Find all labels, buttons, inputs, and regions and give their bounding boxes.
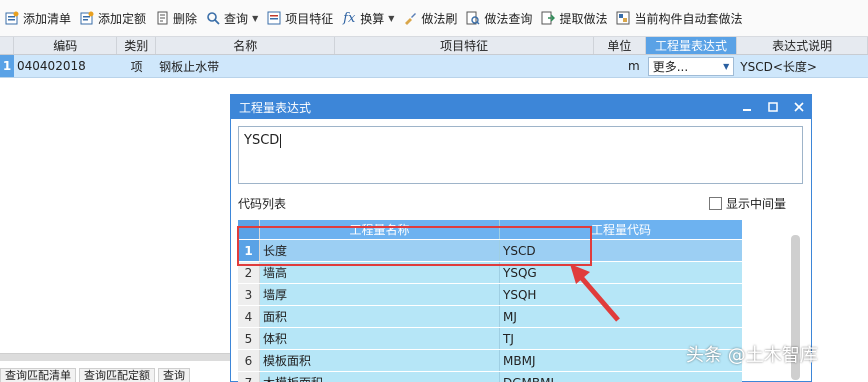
auto-apply-button[interactable]: 当前构件自动套做法 [613,6,748,30]
table-row[interactable]: 1 040402018 项 钢板止水带 m 更多... ▼ YSCD<长度> [0,55,868,78]
col-header-desc[interactable]: 表达式说明 [737,37,868,54]
bottom-tab-bar: 查询匹配清单 查询匹配定额 查询 [0,368,230,382]
expression-dropdown[interactable]: 更多... ▼ [647,56,735,76]
row-number[interactable]: 5 [238,328,260,349]
close-icon [794,102,804,112]
method-brush-button[interactable]: 做法刷 [400,6,463,30]
project-feature-icon [267,11,281,25]
search-button[interactable]: 查询 ▼ [203,6,264,30]
minimize-button[interactable] [741,101,753,113]
delete-icon [155,11,169,25]
chevron-down-icon[interactable]: ▼ [723,62,729,71]
table-row[interactable]: 5 体积 TJ [238,328,742,350]
cell-quantity-code[interactable]: DGMBMJ [500,372,742,382]
maximize-button[interactable] [767,101,779,113]
cell-type[interactable]: 项 [117,55,156,77]
cell-quantity-name[interactable]: 木模板面积 [260,372,500,382]
convert-button[interactable]: fx 换算 ▼ [339,6,400,30]
dialog-titlebar[interactable]: 工程量表达式 [231,95,811,119]
search-icon [206,11,220,25]
cell-expression[interactable]: 更多... ▼ [646,55,738,77]
delete-button[interactable]: 删除 [152,6,203,30]
grid-header-row: 编码 类别 名称 项目特征 单位 工程量表达式 表达式说明 [0,36,868,55]
show-intermediate-label: 显示中间量 [726,197,787,211]
row-number[interactable]: 1 [0,55,15,77]
cell-expression-desc[interactable]: YSCD<长度> [737,55,868,77]
tab-query[interactable]: 查询 [158,368,190,382]
brush-icon [403,11,417,25]
watermark: 头条 @土木智库 [686,345,818,366]
convert-label: 换算 [360,11,385,26]
cell-name[interactable]: 钢板止水带 [156,55,335,77]
expression-input-value: YSCD [244,133,280,148]
add-list-label: 添加清单 [23,11,72,26]
cell-code[interactable]: 040402018 [14,55,117,77]
horizontal-scrollbar[interactable] [0,353,230,361]
tab-match-quota[interactable]: 查询匹配定额 [79,368,155,382]
close-button[interactable] [793,101,805,113]
method-brush-label: 做法刷 [421,11,458,26]
chevron-down-icon[interactable]: ▼ [252,14,258,23]
red-arrow-annotation [570,264,620,322]
row-number[interactable]: 3 [238,284,260,305]
expression-input[interactable]: YSCD [238,126,803,184]
add-quota-button[interactable]: 添加定额 [77,6,152,30]
project-feature-button[interactable]: 项目特征 [264,6,339,30]
cell-quantity-name[interactable]: 面积 [260,306,500,327]
search-label: 查询 [224,11,249,26]
col-header-code[interactable]: 编码 [14,37,118,54]
table-row[interactable]: 6 模板面积 MBMJ [238,350,742,372]
col-header-expression[interactable]: 工程量表达式 [645,37,738,54]
expression-dropdown-value: 更多... [652,59,689,74]
quantity-grid: 编码 类别 名称 项目特征 单位 工程量表达式 表达式说明 1 04040201… [0,36,868,78]
cell-feature[interactable] [335,55,594,77]
add-list-icon [5,11,19,25]
col-header-type[interactable]: 类别 [117,37,157,54]
cell-quantity-name[interactable]: 模板面积 [260,350,500,371]
toolbar: 添加清单 添加定额 删除 查询 ▼ 项目特征 fx 换算 ▼ 做法刷 做法查询 … [0,0,868,36]
dialog-title: 工程量表达式 [239,100,312,115]
project-feature-label: 项目特征 [285,11,334,26]
col-header-name[interactable]: 名称 [156,37,336,54]
method-search-button[interactable]: 做法查询 [463,6,538,30]
cell-unit[interactable]: m [594,55,646,77]
row-number[interactable]: 6 [238,350,260,371]
text-cursor [280,133,282,148]
extract-method-label: 提取做法 [559,11,608,26]
col-header-feature[interactable]: 项目特征 [335,37,595,54]
method-search-label: 做法查询 [484,11,533,26]
show-intermediate-checkbox[interactable]: 显示中间量 [709,195,786,212]
chevron-down-icon[interactable]: ▼ [388,14,394,23]
fx-icon: fx [343,10,356,26]
row-number[interactable]: 4 [238,306,260,327]
highlight-box [237,226,592,266]
tab-match-list[interactable]: 查询匹配清单 [0,368,76,382]
table-row[interactable]: 3 墙厚 YSQH [238,284,742,306]
auto-apply-icon [616,11,630,25]
cell-quantity-name[interactable]: 体积 [260,328,500,349]
cell-quantity-name[interactable]: 墙厚 [260,284,500,305]
table-row[interactable]: 4 面积 MJ [238,306,742,328]
table-row[interactable]: 7 木模板面积 DGMBMJ [238,372,742,382]
code-list-label: 代码列表 [238,197,287,211]
method-search-icon [466,11,480,25]
auto-apply-label: 当前构件自动套做法 [634,11,743,26]
checkbox-box[interactable] [709,197,722,210]
add-list-button[interactable]: 添加清单 [2,6,77,30]
col-header-unit[interactable]: 单位 [594,37,646,54]
delete-label: 删除 [173,11,198,26]
grid-corner [0,37,15,54]
row-number[interactable]: 7 [238,372,260,382]
extract-method-icon [541,11,556,25]
extract-method-button[interactable]: 提取做法 [538,6,613,30]
add-quota-label: 添加定额 [98,11,147,26]
add-quota-icon [80,11,94,25]
